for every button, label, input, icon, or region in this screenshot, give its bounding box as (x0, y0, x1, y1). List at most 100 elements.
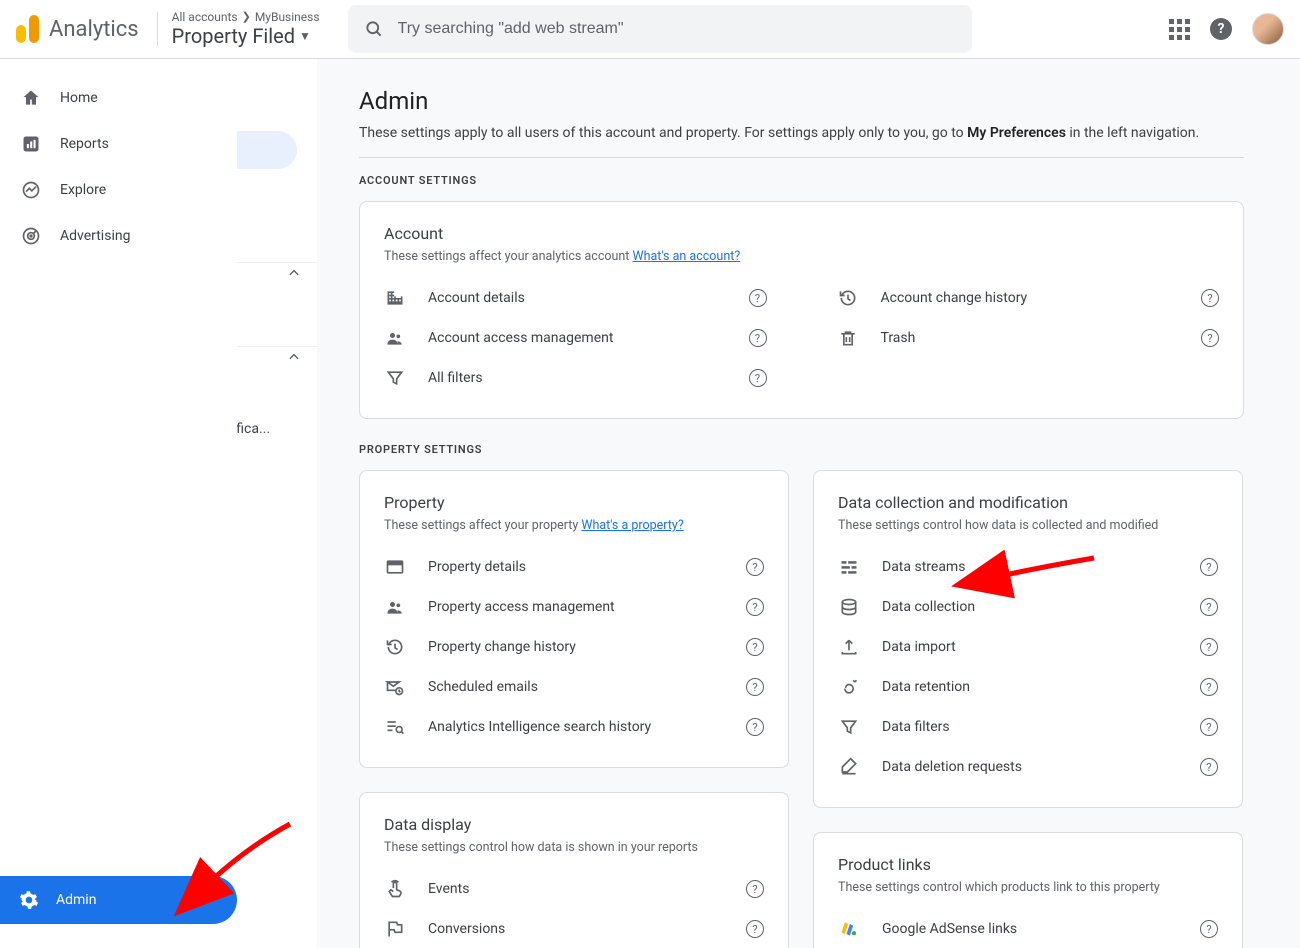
help-icon[interactable]: ? (1200, 598, 1218, 616)
nav-reports[interactable]: Reports (0, 121, 237, 167)
datadisplay-row-label: Events (428, 881, 724, 897)
productlinks-row-label: Google AdSense links (882, 921, 1178, 937)
divider (359, 157, 1244, 158)
property-row-property-access-management[interactable]: Property access management? (384, 587, 764, 627)
breadcrumb-property: Property Filed (172, 24, 295, 48)
help-icon[interactable]: ? (746, 638, 764, 656)
nav-advertising[interactable]: Advertising (0, 213, 237, 259)
help-icon[interactable]: ? (1201, 289, 1219, 307)
nav-home[interactable]: Home (0, 75, 237, 121)
searchlist-icon (384, 717, 406, 737)
help-icon[interactable]: ? (1200, 638, 1218, 656)
property-row-analytics-intelligence-search-history[interactable]: Analytics Intelligence search history? (384, 707, 764, 747)
data-display-title: Data display (384, 815, 764, 834)
analytics-logo[interactable]: Analytics (16, 15, 139, 43)
property-card-title: Property (384, 493, 764, 512)
help-icon[interactable]: ? (746, 678, 764, 696)
datacoll-row-data-filters[interactable]: Data filters? (838, 707, 1218, 747)
product-links-title: Product links (838, 855, 1218, 874)
search-input[interactable] (398, 20, 956, 38)
filter-icon (838, 717, 860, 737)
help-icon[interactable]: ? (749, 329, 767, 347)
help-icon[interactable]: ? (1200, 920, 1218, 938)
account-row-trash[interactable]: Trash? (837, 318, 1220, 358)
datadisplay-row-conversions[interactable]: Conversions? (384, 909, 764, 948)
help-icon[interactable]: ? (1210, 18, 1232, 40)
property-row-scheduled-emails[interactable]: Scheduled emails? (384, 667, 764, 707)
help-icon[interactable]: ? (746, 718, 764, 736)
business-icon (384, 288, 406, 308)
help-icon[interactable]: ? (746, 920, 764, 938)
secondary-section-toggle-1[interactable] (237, 262, 317, 282)
property-row-property-change-history[interactable]: Property change history? (384, 627, 764, 667)
account-row-label: Account details (428, 290, 727, 306)
groups-icon (384, 328, 406, 348)
help-icon[interactable]: ? (746, 598, 764, 616)
datacoll-row-data-streams[interactable]: Data streams? (838, 547, 1218, 587)
help-icon[interactable]: ? (749, 369, 767, 387)
filter-icon (384, 368, 406, 388)
header: Analytics All accounts ❯ MyBusiness Prop… (0, 0, 1300, 59)
datacoll-row-data-retention[interactable]: Data retention? (838, 667, 1218, 707)
help-icon[interactable]: ? (746, 880, 764, 898)
main-content: Admin These settings apply to all users … (237, 59, 1300, 948)
nav-admin-label: Admin (56, 892, 96, 908)
property-row-label: Analytics Intelligence search history (428, 719, 724, 735)
data-collection-card: Data collection and modification These s… (813, 470, 1243, 808)
page-subtitle: These settings apply to all users of thi… (359, 125, 1300, 141)
nav-explore[interactable]: Explore (0, 167, 237, 213)
secondary-truncated-text: odifica... (237, 421, 270, 437)
reports-icon (20, 133, 42, 155)
secondary-section-toggle-2[interactable] (237, 346, 317, 366)
help-icon[interactable]: ? (1200, 718, 1218, 736)
datadisplay-row-events[interactable]: Events? (384, 869, 764, 909)
help-icon[interactable]: ? (749, 289, 767, 307)
trash-icon (837, 328, 859, 348)
schedemail-icon (384, 677, 406, 697)
property-settings-label: PROPERTY SETTINGS (359, 443, 1300, 456)
datacoll-row-data-import[interactable]: Data import? (838, 627, 1218, 667)
dropdown-caret-icon: ▼ (299, 29, 311, 43)
nav-advertising-label: Advertising (60, 228, 130, 244)
help-icon[interactable]: ? (746, 558, 764, 576)
datacoll-row-label: Data collection (882, 599, 1178, 615)
datacoll-row-label: Data retention (882, 679, 1178, 695)
account-row-all-filters[interactable]: All filters? (384, 358, 767, 398)
account-row-account-details[interactable]: Account details? (384, 278, 767, 318)
datacoll-row-label: Data streams (882, 559, 1178, 575)
datacoll-row-data-deletion-requests[interactable]: Data deletion requests? (838, 747, 1218, 787)
webstream-icon (384, 557, 406, 577)
data-display-card: Data display These settings control how … (359, 792, 789, 948)
nav-explore-label: Explore (60, 182, 106, 198)
datacoll-row-label: Data deletion requests (882, 759, 1178, 775)
whats-a-property-link[interactable]: What's a property? (581, 518, 683, 533)
search-bar[interactable] (348, 5, 972, 53)
account-row-account-change-history[interactable]: Account change history? (837, 278, 1220, 318)
product-name: Analytics (49, 17, 139, 42)
help-icon[interactable]: ? (1200, 678, 1218, 696)
account-card-title: Account (384, 224, 1219, 243)
avatar[interactable] (1252, 13, 1284, 45)
datacoll-row-data-collection[interactable]: Data collection? (838, 587, 1218, 627)
help-icon[interactable]: ? (1200, 558, 1218, 576)
help-icon[interactable]: ? (1200, 758, 1218, 776)
account-row-account-access-management[interactable]: Account access management? (384, 318, 767, 358)
property-row-label: Property change history (428, 639, 724, 655)
breadcrumb-accounts: All accounts (172, 10, 238, 24)
product-links-desc: These settings control which products li… (838, 880, 1218, 895)
divider (157, 12, 158, 46)
whats-an-account-link[interactable]: What's an account? (633, 249, 741, 264)
nav-admin[interactable]: Admin (0, 876, 237, 924)
account-row-label: Account access management (428, 330, 727, 346)
productlinks-row-google-adsense-links[interactable]: Google AdSense links? (838, 909, 1218, 948)
touch-icon (384, 879, 406, 899)
db-icon (838, 597, 860, 617)
search-icon (364, 19, 384, 39)
nav-reports-label: Reports (60, 136, 109, 152)
help-icon[interactable]: ? (1201, 329, 1219, 347)
secondary-selected-pill (237, 131, 297, 169)
property-selector[interactable]: All accounts ❯ MyBusiness Property Filed… (172, 10, 320, 48)
chevron-right-icon: ❯ (242, 10, 251, 23)
apps-icon[interactable] (1169, 19, 1190, 40)
property-row-property-details[interactable]: Property details? (384, 547, 764, 587)
